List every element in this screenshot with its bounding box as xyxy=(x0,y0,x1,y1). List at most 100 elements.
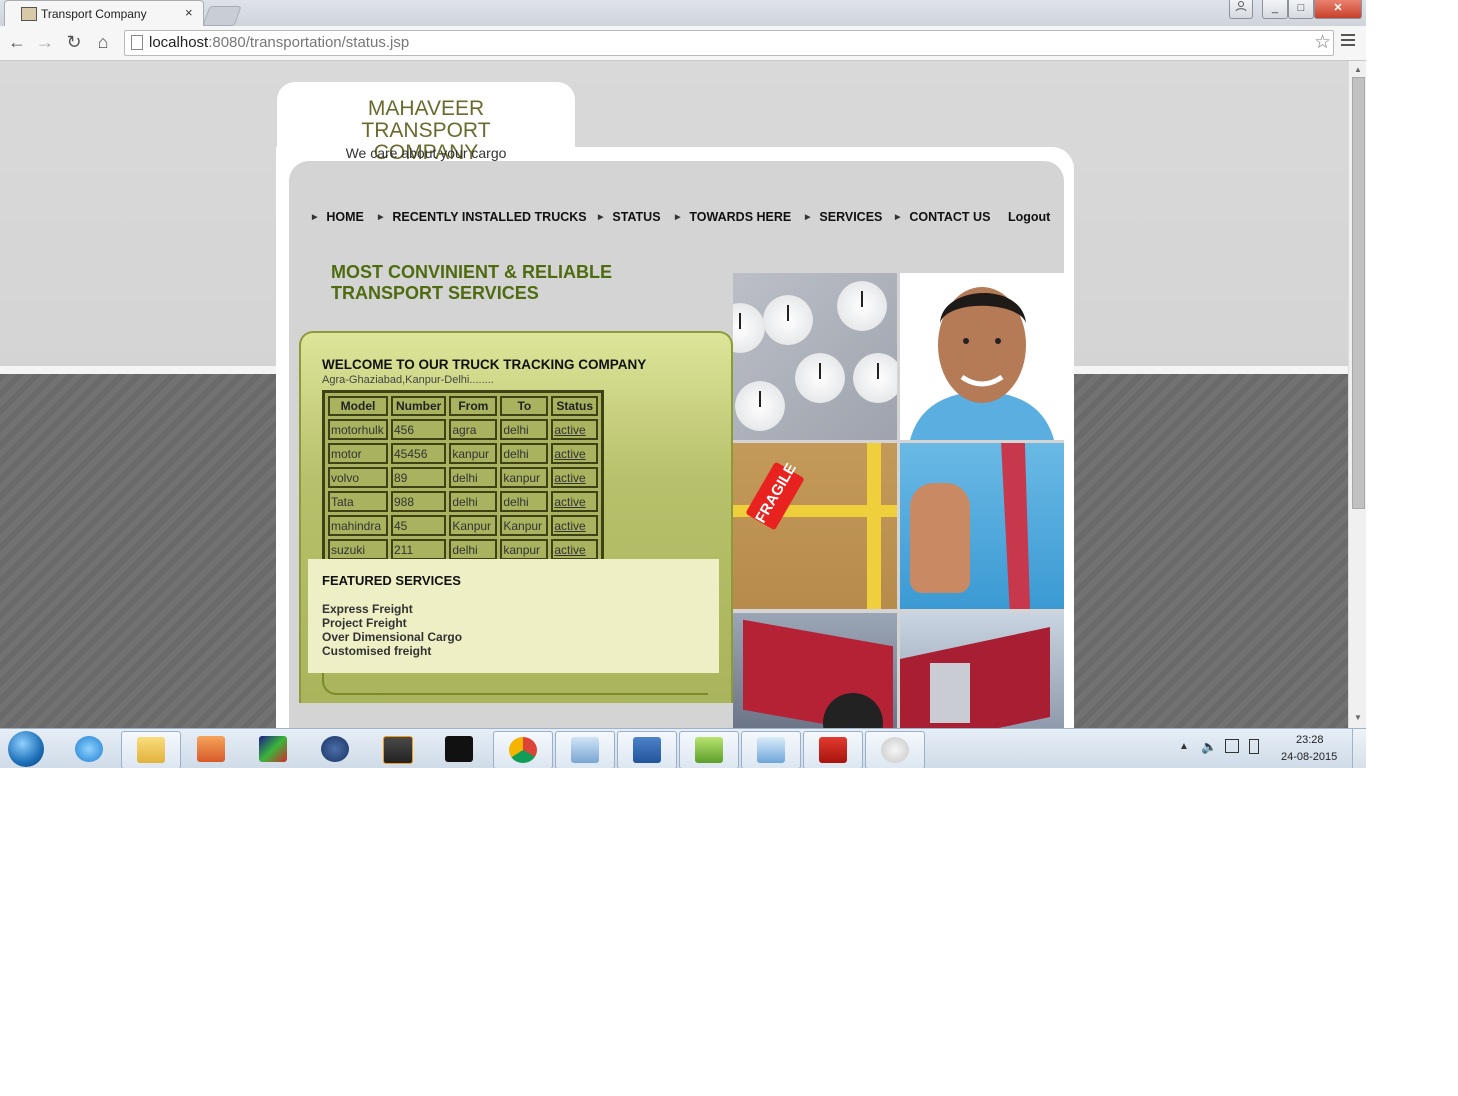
taskbar-sublime[interactable] xyxy=(368,731,426,767)
status-link[interactable]: active xyxy=(551,419,599,440)
table-row: motor 45456 kanpur delhi active xyxy=(328,443,599,464)
taskbar-remote-desktop[interactable] xyxy=(741,731,801,768)
arrow-bullet-icon: ▶ xyxy=(805,214,811,221)
cell-from: kanpur xyxy=(449,443,498,464)
word-icon xyxy=(633,737,661,763)
cell-from: delhi xyxy=(449,467,498,488)
nav-recently-installed-trucks[interactable]: ▶ RECENTLY INSTALLED TRUCKS xyxy=(378,210,587,224)
virtualbox-icon xyxy=(571,737,599,763)
scroll-up-icon[interactable]: ▲ xyxy=(1354,65,1362,74)
address-bar[interactable]: localhost:8080/transportation/status.jsp… xyxy=(124,30,1334,56)
tab-title: Transport Company xyxy=(41,7,147,21)
bookmark-star-icon[interactable]: ☆ xyxy=(1314,31,1331,54)
man-face-icon xyxy=(900,273,1064,440)
cell-to: kanpur xyxy=(500,467,549,488)
status-link[interactable]: active xyxy=(551,443,599,464)
app-icon xyxy=(197,736,225,762)
nav-services[interactable]: ▶ SERVICES xyxy=(805,210,882,224)
browser-tab[interactable]: Transport Company × xyxy=(4,0,204,27)
fragile-box-image: FRAGILE xyxy=(733,443,897,609)
nav-home[interactable]: ▶ HOME xyxy=(312,210,364,224)
table-header-row: Model Number From To Status xyxy=(328,396,599,416)
taskbar-app[interactable] xyxy=(182,731,240,767)
forward-icon[interactable]: → xyxy=(34,32,56,53)
scroll-down-icon[interactable]: ▼ xyxy=(1354,713,1362,722)
nav-towards-here[interactable]: ▶ TOWARDS HERE xyxy=(675,210,791,224)
cell-number: 456 xyxy=(391,419,447,440)
tray-expand-icon[interactable]: ▲ xyxy=(1179,741,1189,752)
welcome-heading: WELCOME TO OUR TRUCK TRACKING COMPANY xyxy=(322,357,647,372)
status-link[interactable]: active xyxy=(551,539,599,560)
status-link[interactable]: active xyxy=(551,467,599,488)
cell-model: Tata xyxy=(328,491,388,512)
paint-icon xyxy=(881,737,909,763)
taskbar-ie[interactable] xyxy=(60,731,118,767)
cell-to: delhi xyxy=(500,419,549,440)
cmd-icon xyxy=(445,736,473,762)
red-truck-image-2 xyxy=(900,613,1064,728)
cell-model: suzuki xyxy=(328,539,388,560)
taskbar-monitor[interactable] xyxy=(244,731,302,767)
taskbar-cmd[interactable] xyxy=(430,731,488,767)
screen: Transport Company × _ □ ✕ ← → ↻ ⌂ localh… xyxy=(0,0,1366,768)
cell-number: 89 xyxy=(391,467,447,488)
col-status: Status xyxy=(551,396,599,416)
back-icon[interactable]: ← xyxy=(6,32,28,53)
table-row: motorhulk 456 agra delhi active xyxy=(328,419,599,440)
status-link[interactable]: active xyxy=(551,515,599,536)
cell-model: motorhulk xyxy=(328,419,388,440)
headline-line-1: MOST CONVINIENT & RELIABLE xyxy=(331,262,613,282)
taskbar-virtualbox[interactable] xyxy=(555,731,615,768)
new-tab-button[interactable] xyxy=(202,6,242,26)
man-portrait-image xyxy=(900,273,1064,440)
nav-logout[interactable]: Logout xyxy=(1008,210,1050,224)
close-button[interactable]: ✕ xyxy=(1314,0,1362,19)
show-desktop-button[interactable] xyxy=(1352,729,1366,768)
clocks-image xyxy=(733,273,897,440)
page-viewport: MAHAVEER TRANSPORT COMPANY We care about… xyxy=(0,61,1348,728)
chrome-icon xyxy=(509,737,537,763)
network-icon[interactable] xyxy=(1225,739,1239,753)
status-link[interactable]: active xyxy=(551,491,599,512)
table-row: mahindra 45 Kanpur Kanpur active xyxy=(328,515,599,536)
cell-from: agra xyxy=(449,419,498,440)
scrollbar-thumb[interactable] xyxy=(1352,77,1365,509)
tab-close-icon[interactable]: × xyxy=(185,5,193,20)
power-icon[interactable] xyxy=(1249,739,1259,754)
headline: MOST CONVINIENT & RELIABLE TRANSPORT SER… xyxy=(331,262,612,304)
fragile-label: FRAGILE xyxy=(745,460,805,531)
user-profile-button[interactable] xyxy=(1229,0,1253,19)
cell-to: delhi xyxy=(500,491,549,512)
home-icon[interactable]: ⌂ xyxy=(92,32,114,53)
maximize-button[interactable]: □ xyxy=(1288,0,1314,19)
list-item: Over Dimensional Cargo xyxy=(322,630,463,644)
taskbar-chrome[interactable] xyxy=(493,731,553,768)
taskbar-paint[interactable] xyxy=(865,731,925,768)
cell-number: 988 xyxy=(391,491,447,512)
monitor-icon xyxy=(259,736,287,762)
nav-contact-us[interactable]: ▶ CONTACT US xyxy=(895,210,990,224)
thumbs-up-image xyxy=(900,443,1064,609)
reload-icon[interactable]: ↻ xyxy=(63,32,85,53)
arrow-bullet-icon: ▶ xyxy=(598,214,604,221)
page-scrollbar[interactable]: ▲ ▼ xyxy=(1348,61,1366,728)
cell-model: mahindra xyxy=(328,515,388,536)
cell-model: volvo xyxy=(328,467,388,488)
route-text: Agra-Ghaziabad,Kanpur-Delhi........ xyxy=(322,374,494,386)
volume-icon[interactable]: 🔈 xyxy=(1201,739,1217,755)
cell-number: 211 xyxy=(391,539,447,560)
minimize-button[interactable]: _ xyxy=(1262,0,1288,19)
cell-from: delhi xyxy=(449,491,498,512)
taskbar-explorer[interactable] xyxy=(121,731,181,768)
clock-time[interactable]: 23:28 xyxy=(1296,734,1324,746)
cell-to: kanpur xyxy=(500,539,549,560)
featured-services: FEATURED SERVICES Express Freight Projec… xyxy=(308,559,719,673)
chrome-menu-icon[interactable] xyxy=(1341,34,1355,49)
taskbar-notepad-plus[interactable] xyxy=(679,731,739,768)
taskbar-hp[interactable] xyxy=(306,731,364,767)
taskbar-word[interactable] xyxy=(617,731,677,768)
clock-date[interactable]: 24-08-2015 xyxy=(1281,751,1337,763)
start-button[interactable] xyxy=(8,731,44,767)
nav-status[interactable]: ▶ STATUS xyxy=(598,210,661,224)
taskbar-acrobat[interactable] xyxy=(803,731,863,768)
